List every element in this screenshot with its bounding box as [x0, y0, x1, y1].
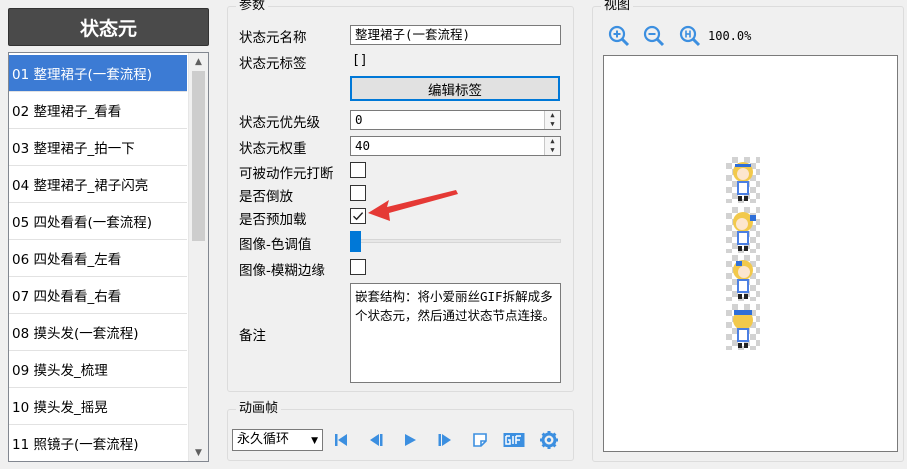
list-item[interactable]: 01 整理裙子(一套流程)	[9, 55, 187, 92]
scrollbar-thumb[interactable]	[192, 71, 205, 241]
alice-sprite-icon	[733, 162, 753, 201]
note-textarea[interactable]: 嵌套结构：将小爱丽丝GIF拆解成多个状态元，然后通过状态节点连接。	[350, 283, 561, 383]
list-item[interactable]: 06 四处看看_左看	[9, 240, 187, 277]
annotation-arrow-icon	[368, 190, 458, 221]
sprite-frame	[726, 157, 760, 203]
zoom-level: 100.0%	[708, 29, 752, 43]
hue-label: 图像-色调值	[239, 237, 312, 253]
spin-up-icon[interactable]: ▲	[545, 111, 560, 120]
zoom-reset-icon[interactable]	[679, 25, 701, 47]
alice-sprite-icon	[733, 310, 753, 348]
sprite-frame	[726, 255, 760, 301]
list-item[interactable]: 11 照镜子(一套流程)	[9, 425, 187, 461]
list-item[interactable]: 10 摸头发_摇晃	[9, 388, 187, 425]
spin-up-icon[interactable]: ▲	[545, 137, 560, 146]
priority-spin-arrows[interactable]: ▲ ▼	[544, 111, 560, 129]
play-icon[interactable]	[400, 430, 420, 450]
list-item[interactable]: 07 四处看看_右看	[9, 277, 187, 314]
name-input[interactable]: 整理裙子(一套流程)	[350, 25, 561, 45]
list-item[interactable]: 02 整理裙子_看看	[9, 92, 187, 129]
priority-spinbox[interactable]: 0 ▲ ▼	[350, 110, 561, 130]
animation-group-title: 动画帧	[236, 401, 282, 417]
check-icon	[353, 212, 364, 221]
blur-label: 图像-模糊边缘	[239, 263, 325, 279]
weight-spin-arrows[interactable]: ▲ ▼	[544, 137, 560, 155]
hue-slider-track[interactable]	[350, 239, 561, 243]
priority-value: 0	[355, 112, 363, 127]
scroll-up-icon[interactable]: ▲	[189, 53, 208, 70]
next-frame-icon[interactable]	[435, 430, 455, 450]
list-item[interactable]: 05 四处看看(一套流程)	[9, 203, 187, 240]
alice-sprite-icon	[733, 260, 753, 299]
view-group-title: 视图	[601, 0, 634, 14]
list-item[interactable]: 04 整理裙子_裙子闪亮	[9, 166, 187, 203]
prev-frame-icon[interactable]	[366, 430, 386, 450]
tag-value: []	[352, 53, 368, 68]
list-item[interactable]: 08 摸头发(一套流程)	[9, 314, 187, 351]
preload-label: 是否预加载	[239, 212, 307, 228]
state-list-title: 状态元	[8, 8, 209, 46]
blur-checkbox[interactable]	[350, 259, 366, 275]
preload-checkbox[interactable]	[350, 208, 366, 224]
scroll-down-icon[interactable]: ▼	[189, 444, 208, 461]
zoom-out-icon[interactable]	[643, 25, 665, 47]
weight-value: 40	[355, 138, 371, 153]
loop-select[interactable]: 永久循环 ▼	[232, 429, 323, 451]
alice-sprite-icon	[733, 212, 756, 251]
note-label: 备注	[239, 328, 266, 344]
settings-gear-icon[interactable]	[539, 430, 559, 450]
spin-down-icon[interactable]: ▼	[545, 120, 560, 129]
tag-label: 状态元标签	[239, 56, 307, 72]
sprite-frame	[726, 207, 760, 253]
weight-spinbox[interactable]: 40 ▲ ▼	[350, 136, 561, 156]
list-item[interactable]: 03 整理裙子_拍一下	[9, 129, 187, 166]
interruptible-label: 可被动作元打断	[239, 166, 334, 182]
spin-down-icon[interactable]: ▼	[545, 146, 560, 155]
weight-label: 状态元权重	[239, 141, 307, 157]
hue-slider-thumb[interactable]	[350, 231, 361, 252]
priority-label: 状态元优先级	[239, 115, 320, 131]
name-label: 状态元名称	[239, 30, 307, 46]
export-frame-icon[interactable]	[470, 430, 490, 450]
first-frame-icon[interactable]	[331, 430, 351, 450]
interruptible-checkbox[interactable]	[350, 162, 366, 178]
state-list[interactable]: 01 整理裙子(一套流程) 02 整理裙子_看看 03 整理裙子_拍一下 04 …	[8, 52, 209, 462]
preview-canvas[interactable]	[603, 55, 898, 452]
zoom-in-icon[interactable]	[608, 25, 630, 47]
list-scrollbar[interactable]: ▲ ▼	[188, 53, 208, 461]
edit-tag-button[interactable]: 编辑标签	[350, 76, 560, 101]
loop-select-value: 永久循环	[237, 432, 290, 447]
list-item[interactable]: 09 摸头发_梳理	[9, 351, 187, 388]
reverse-checkbox[interactable]	[350, 185, 366, 201]
reverse-label: 是否倒放	[239, 189, 293, 205]
params-group-title: 参数	[236, 0, 269, 14]
dropdown-arrow-icon: ▼	[311, 436, 318, 446]
gif-icon[interactable]	[503, 430, 525, 450]
sprite-frame	[726, 304, 760, 350]
